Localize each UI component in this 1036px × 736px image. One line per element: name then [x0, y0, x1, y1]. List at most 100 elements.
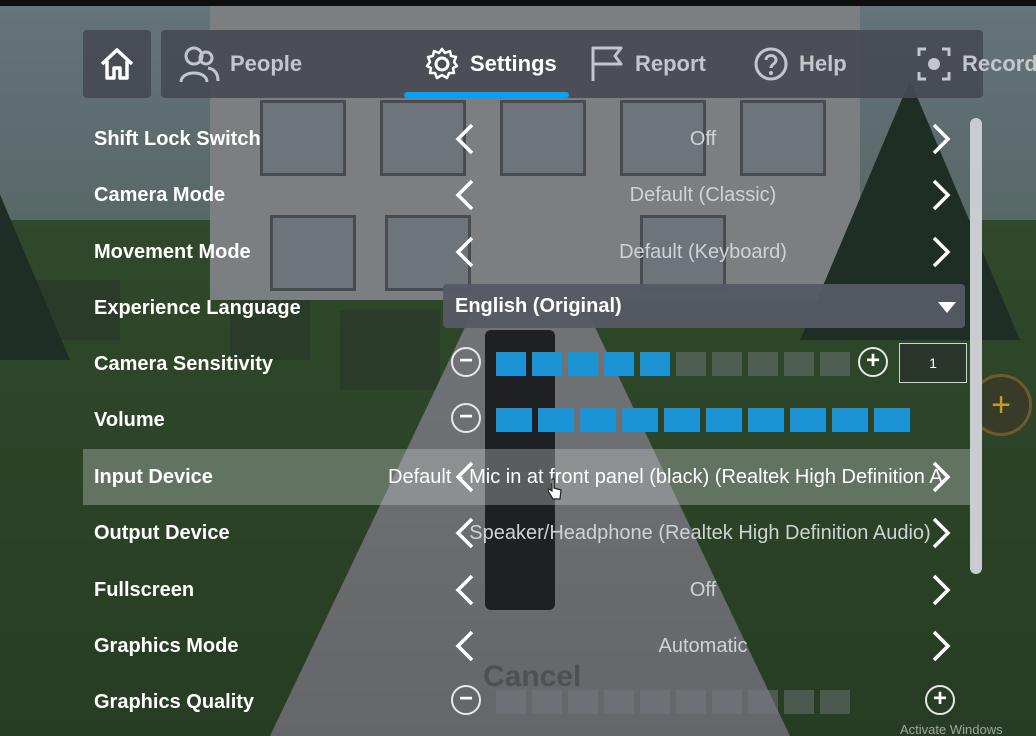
slider-segment[interactable]: [748, 408, 784, 432]
tab-bar: People Settings Report Help Record: [161, 30, 1036, 98]
slider-segment[interactable]: [640, 352, 670, 376]
setting-camera-mode: Camera Mode Default (Classic): [83, 167, 971, 223]
slider-segment[interactable]: [676, 352, 706, 376]
next-option-button[interactable]: [921, 562, 961, 618]
graphics-quality-slider[interactable]: [496, 690, 850, 714]
setting-output-device: Output Device Speaker/Headphone (Realtek…: [83, 505, 971, 561]
tab-record[interactable]: Record: [916, 30, 1036, 98]
chevron-left-icon: [455, 236, 474, 268]
setting-label: Graphics Mode: [94, 635, 239, 657]
decrease-button[interactable]: −: [451, 685, 481, 715]
chevron-left-icon: [455, 574, 474, 606]
slider-segment[interactable]: [874, 408, 910, 432]
decrease-button[interactable]: −: [451, 403, 481, 433]
sensitivity-value-input[interactable]: 1: [899, 343, 967, 383]
language-dropdown[interactable]: English (Original): [443, 284, 965, 328]
tab-settings[interactable]: Settings: [424, 30, 557, 98]
slider-segment[interactable]: [676, 690, 706, 714]
volume-slider[interactable]: [496, 408, 910, 432]
slider-segment[interactable]: [532, 690, 562, 714]
setting-movement-mode: Movement Mode Default (Keyboard): [83, 224, 971, 280]
slider-segment[interactable]: [748, 352, 778, 376]
slider-segment[interactable]: [712, 352, 742, 376]
slider-segment[interactable]: [748, 690, 778, 714]
prev-option-button[interactable]: [445, 167, 485, 223]
tab-report[interactable]: Report: [589, 30, 706, 98]
minus-icon: −: [458, 403, 473, 430]
slider-segment[interactable]: [538, 408, 574, 432]
decrease-button[interactable]: −: [451, 347, 481, 377]
slider-segment[interactable]: [820, 690, 850, 714]
next-option-button[interactable]: [921, 224, 961, 280]
next-option-button[interactable]: [921, 449, 961, 505]
setting-graphics-mode: Graphics Mode Automatic: [83, 618, 971, 674]
prev-option-button[interactable]: [445, 224, 485, 280]
plus-icon: +: [932, 685, 947, 712]
setting-label: Experience Language: [94, 297, 301, 319]
minus-icon: −: [458, 685, 473, 712]
slider-segment[interactable]: [832, 408, 868, 432]
tab-report-label: Report: [635, 51, 706, 76]
next-option-button[interactable]: [921, 505, 961, 561]
slider-segment[interactable]: [820, 352, 850, 376]
slider-segment[interactable]: [784, 352, 814, 376]
setting-label: Movement Mode: [94, 241, 251, 263]
slider-segment[interactable]: [640, 690, 670, 714]
setting-label: Volume: [94, 409, 165, 431]
chevron-right-icon: [932, 517, 951, 549]
slider-segment[interactable]: [568, 690, 598, 714]
setting-value: Default (Classic): [629, 184, 777, 206]
slider-segment[interactable]: [496, 408, 532, 432]
setting-label: Output Device: [94, 522, 230, 544]
sensitivity-slider[interactable]: [496, 352, 850, 376]
increase-button[interactable]: +: [858, 347, 888, 377]
setting-label: Camera Mode: [94, 184, 226, 206]
chevron-right-icon: [932, 461, 951, 493]
slider-segment[interactable]: [532, 352, 562, 376]
chevron-right-icon: [932, 574, 951, 606]
slider-segment[interactable]: [604, 352, 634, 376]
next-option-button[interactable]: [921, 167, 961, 223]
help-icon: [754, 47, 788, 81]
increase-button[interactable]: +: [925, 685, 955, 715]
slider-segment[interactable]: [784, 690, 814, 714]
people-icon: [179, 46, 220, 83]
setting-label: Shift Lock Switch: [94, 128, 261, 150]
home-button[interactable]: [83, 30, 151, 98]
home-icon: [100, 48, 134, 80]
slider-segment[interactable]: [712, 690, 742, 714]
slider-segment[interactable]: [622, 408, 658, 432]
slider-segment[interactable]: [568, 352, 598, 376]
top-strip: [0, 0, 1036, 6]
tab-people[interactable]: People: [178, 30, 302, 98]
setting-volume: Volume −: [83, 392, 971, 448]
caret-down-icon: [938, 302, 956, 313]
tab-help[interactable]: Help: [753, 30, 847, 98]
setting-value: Automatic: [658, 635, 748, 657]
setting-value: Default - Mic in at front panel (black) …: [388, 466, 943, 488]
gear-icon: [425, 47, 459, 80]
prev-option-button[interactable]: [445, 562, 485, 618]
prev-option-button[interactable]: [445, 111, 485, 167]
settings-navbar: People Settings Report Help Record: [83, 30, 1036, 98]
chevron-left-icon: [455, 123, 474, 155]
slider-segment[interactable]: [604, 690, 634, 714]
setting-value: Off: [689, 128, 717, 150]
setting-label: Input Device: [94, 466, 213, 488]
setting-graphics-quality: Graphics Quality − +: [83, 674, 971, 730]
slider-segment[interactable]: [580, 408, 616, 432]
slider-segment[interactable]: [706, 408, 742, 432]
chevron-right-icon: [932, 630, 951, 662]
tab-help-label: Help: [799, 51, 847, 76]
next-option-button[interactable]: [921, 111, 961, 167]
settings-scrollbar[interactable]: [970, 118, 982, 574]
dropdown-selected-value: English (Original): [455, 295, 622, 317]
active-tab-underline: [404, 92, 569, 98]
slider-segment[interactable]: [496, 352, 526, 376]
prev-option-button[interactable]: [445, 618, 485, 674]
slider-segment[interactable]: [664, 408, 700, 432]
slider-segment[interactable]: [496, 690, 526, 714]
next-option-button[interactable]: [921, 618, 961, 674]
tab-people-label: People: [230, 51, 303, 76]
slider-segment[interactable]: [790, 408, 826, 432]
